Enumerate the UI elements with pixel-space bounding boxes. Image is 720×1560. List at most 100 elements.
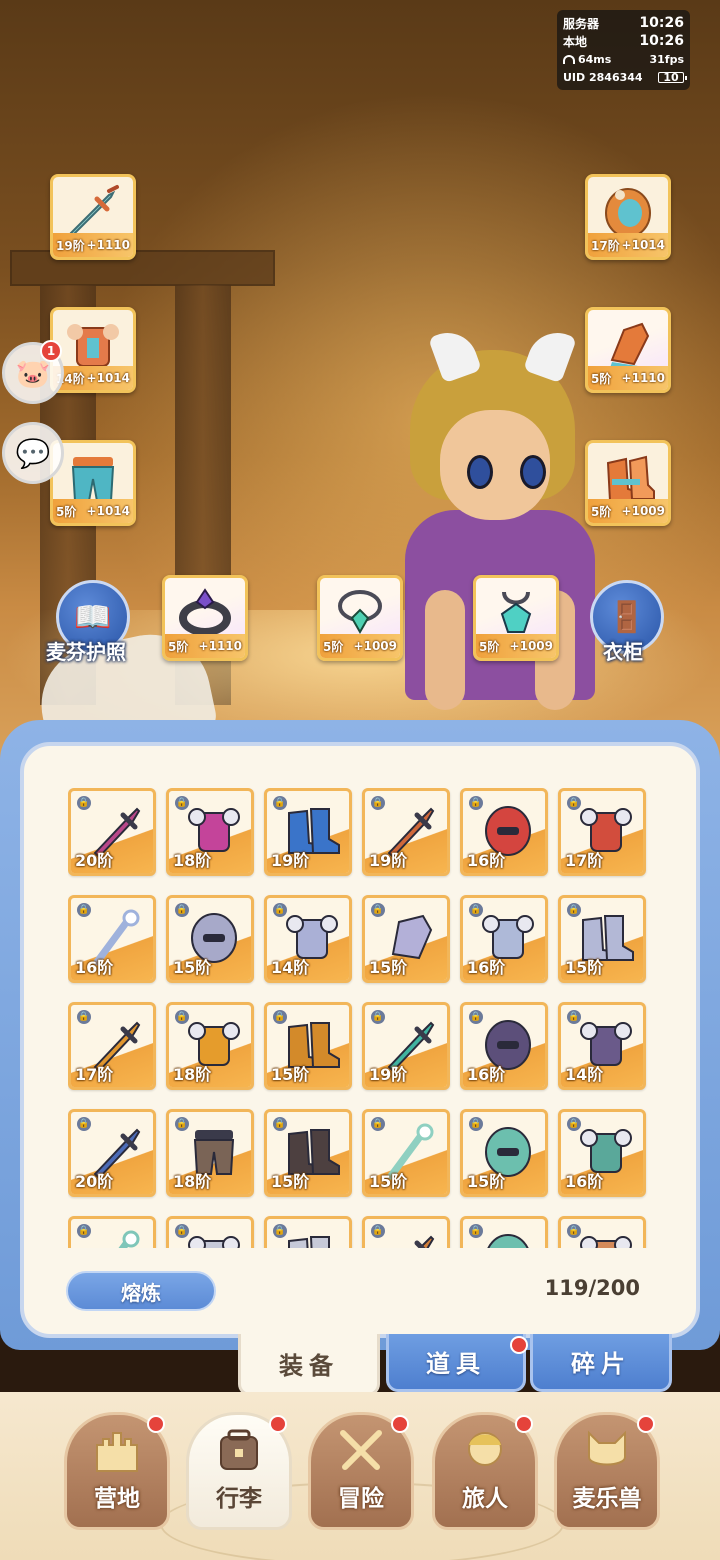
pet-icon [588, 1430, 626, 1466]
item-tier: 18阶 [173, 1065, 212, 1084]
item-tier: 15阶 [565, 958, 604, 977]
inventory-item[interactable]: 🔒 14阶 [264, 895, 352, 983]
lock-icon[interactable]: 🔒 [567, 1117, 581, 1131]
lock-icon[interactable]: 🔒 [371, 1010, 385, 1024]
lock-icon[interactable]: 🔒 [567, 796, 581, 810]
equip-slot-boots[interactable]: 5阶 +1009 [585, 440, 671, 526]
lock-icon[interactable]: 🔒 [175, 1117, 189, 1131]
inventory-item[interactable]: 🔒 17阶 [68, 1002, 156, 1090]
smelt-button[interactable]: 熔炼 [66, 1271, 216, 1311]
nav-camp[interactable]: 营地 [64, 1412, 170, 1530]
inventory-item[interactable]: 🔒 15阶 [166, 895, 254, 983]
lock-icon[interactable]: 🔒 [273, 1117, 287, 1131]
nav-label: 冒险 [338, 1486, 384, 1512]
lock-icon[interactable]: 🔒 [469, 1010, 483, 1024]
item-tier: 14阶 [565, 1065, 604, 1084]
inventory-item[interactable]: 🔒 16阶 [68, 895, 156, 983]
inventory-item[interactable]: 🔒 [558, 1216, 646, 1248]
lock-icon[interactable]: 🔒 [273, 1010, 287, 1024]
inventory-item[interactable]: 🔒 [264, 1216, 352, 1248]
player-character[interactable] [395, 324, 615, 730]
lock-icon[interactable]: 🔒 [371, 796, 385, 810]
inventory-item[interactable]: 🔒 14阶 [558, 1002, 646, 1090]
nav-pets[interactable]: 麦乐兽 [554, 1412, 660, 1530]
inventory-item[interactable]: 🔒 [166, 1216, 254, 1248]
lock-icon[interactable]: 🔒 [469, 796, 483, 810]
inventory-item[interactable]: 🔒 18阶 [166, 1002, 254, 1090]
server-time-row: 服务器 10:26 [563, 14, 684, 32]
inventory-item[interactable]: 🔒 16阶 [460, 1002, 548, 1090]
inventory-item[interactable]: 🔒 15阶 [558, 895, 646, 983]
inventory-item[interactable]: 🔒 17阶 [558, 788, 646, 876]
crossed-swords-icon [340, 1430, 382, 1470]
lock-icon[interactable]: 🔒 [469, 1117, 483, 1131]
inventory-item[interactable]: 🔒 20阶 [68, 788, 156, 876]
item-tier: 19阶 [271, 851, 310, 870]
inventory-item[interactable]: 🔒 16阶 [558, 1109, 646, 1197]
lock-icon[interactable]: 🔒 [371, 1224, 385, 1238]
inventory-item[interactable]: 🔒 15阶 [362, 895, 450, 983]
lock-icon[interactable]: 🔒 [175, 1010, 189, 1024]
lock-icon[interactable]: 🔒 [175, 1224, 189, 1238]
lock-icon[interactable]: 🔒 [273, 1224, 287, 1238]
inventory-item[interactable]: 🔒 15阶 [362, 1109, 450, 1197]
battery-icon: 10 [658, 71, 687, 83]
staff-icon [118, 1230, 140, 1248]
lock-icon[interactable]: 🔒 [567, 1224, 581, 1238]
lock-icon[interactable]: 🔒 [469, 1224, 483, 1238]
inventory-item[interactable]: 🔒 19阶 [362, 788, 450, 876]
slot-footer: 19阶 +1110 [53, 233, 133, 257]
tab-items[interactable]: 道具 [386, 1334, 526, 1392]
inventory-item[interactable]: 🔒 16阶 [460, 895, 548, 983]
inventory-item[interactable]: 🔒 18阶 [166, 1109, 254, 1197]
chat-button[interactable]: 💬 [2, 422, 64, 484]
inventory-item[interactable]: 🔒 [362, 1216, 450, 1248]
lock-icon[interactable]: 🔒 [567, 903, 581, 917]
lock-icon[interactable]: 🔒 [77, 903, 91, 917]
lock-icon[interactable]: 🔒 [77, 796, 91, 810]
inventory-item[interactable]: 🔒 16阶 [460, 788, 548, 876]
network-row: 64ms 31fps [563, 50, 684, 68]
lock-icon[interactable]: 🔒 [175, 796, 189, 810]
item-tier: 15阶 [271, 1065, 310, 1084]
nav-adventure[interactable]: 冒险 [308, 1412, 414, 1530]
equip-slot-ring[interactable]: 5阶 +1110 [162, 575, 248, 661]
nav-luggage[interactable]: 行李 [186, 1412, 292, 1530]
equip-slot-necklace[interactable]: 5阶 +1009 [317, 575, 403, 661]
inventory-item[interactable]: 🔒 [460, 1216, 548, 1248]
inventory-item[interactable]: 🔒 15阶 [264, 1109, 352, 1197]
item-tier: 20阶 [75, 1172, 114, 1191]
inventory-item[interactable]: 🔒 19阶 [264, 788, 352, 876]
inventory-item[interactable]: 🔒 15阶 [460, 1109, 548, 1197]
lock-icon[interactable]: 🔒 [175, 903, 189, 917]
equip-slot-weapon[interactable]: 19阶 +1110 [50, 174, 136, 260]
slot-plus: +1110 [86, 238, 130, 252]
inventory-item[interactable]: 🔒 [68, 1216, 156, 1248]
equip-slot-helmet[interactable]: 17阶 +1014 [585, 174, 671, 260]
lock-icon[interactable]: 🔒 [567, 1010, 581, 1024]
pig-face-icon: 🐷 [15, 356, 51, 390]
lock-icon[interactable]: 🔒 [77, 1117, 91, 1131]
equip-slot-gloves[interactable]: 5阶 +1110 [585, 307, 671, 393]
inventory-item[interactable]: 🔒 18阶 [166, 788, 254, 876]
inventory-item[interactable]: 🔒 20阶 [68, 1109, 156, 1197]
slot-plus: +1009 [621, 504, 665, 518]
lock-icon[interactable]: 🔒 [77, 1224, 91, 1238]
inventory-item[interactable]: 🔒 19阶 [362, 1002, 450, 1090]
lock-icon[interactable]: 🔒 [273, 796, 287, 810]
lock-icon[interactable]: 🔒 [273, 903, 287, 917]
lock-icon[interactable]: 🔒 [371, 1117, 385, 1131]
lock-icon[interactable]: 🔒 [469, 903, 483, 917]
nav-travelers[interactable]: 旅人 [432, 1412, 538, 1530]
inventory-scroll-area[interactable]: 🔒 20阶 🔒 18阶 🔒 19阶 🔒 19阶 🔒 16阶 🔒 17阶 🔒 16阶 🔒 15阶 🔒 14阶 🔒 15阶… [68, 788, 654, 1248]
tab-fragments[interactable]: 碎片 [530, 1334, 672, 1392]
inventory-item[interactable]: 🔒 15阶 [264, 1002, 352, 1090]
tab-equipment[interactable]: 装备 [238, 1334, 380, 1396]
item-tier: 17阶 [565, 851, 604, 870]
lock-icon[interactable]: 🔒 [77, 1010, 91, 1024]
slot-plus: +1014 [86, 504, 130, 518]
character-icon [468, 1432, 502, 1466]
uid: 2846344 [589, 70, 643, 84]
lock-icon[interactable]: 🔒 [371, 903, 385, 917]
equip-slot-amulet[interactable]: 5阶 +1009 [473, 575, 559, 661]
